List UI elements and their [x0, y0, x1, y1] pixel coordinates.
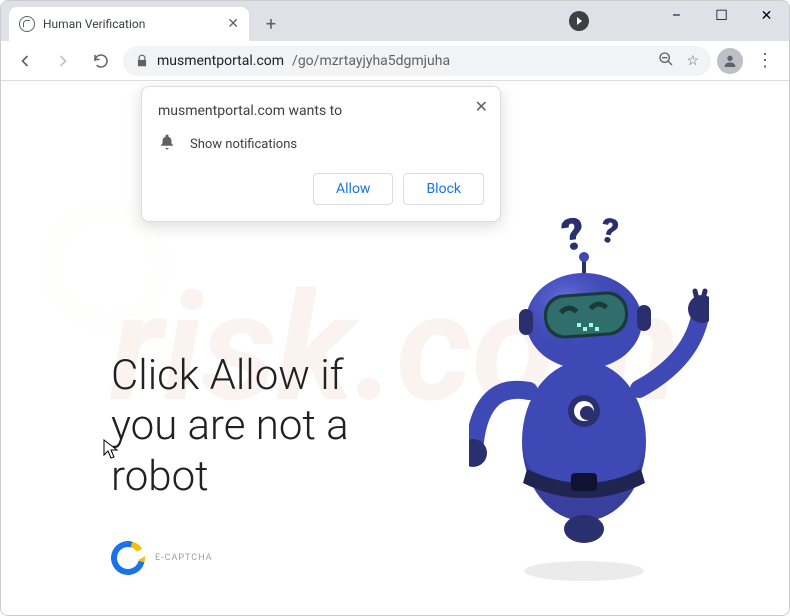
lock-icon — [135, 54, 149, 68]
browser-window: Human Verification ✕ + – ☐ ✕ musmentport… — [0, 0, 790, 616]
browser-tab[interactable]: Human Verification ✕ — [9, 7, 249, 41]
captcha-label: E-CAPTCHA — [155, 553, 213, 563]
address-bar[interactable]: musmentportal.com/go/mzrtayjyha5dgmjuha … — [123, 46, 711, 76]
zoom-icon[interactable] — [658, 51, 674, 71]
new-tab-button[interactable]: + — [257, 10, 285, 38]
url-domain: musmentportal.com — [157, 53, 284, 69]
forward-button[interactable] — [47, 45, 79, 77]
tab-title: Human Verification — [43, 17, 219, 31]
prompt-origin-text: musmentportal.com wants to — [158, 103, 484, 119]
allow-button[interactable]: Allow — [313, 173, 393, 205]
back-button[interactable] — [9, 45, 41, 77]
headline-line-1: Click Allow if — [111, 351, 349, 401]
maximize-button[interactable]: ☐ — [699, 1, 744, 31]
page-headline: Click Allow if you are not a robot — [111, 351, 349, 502]
bell-icon — [158, 133, 176, 155]
headline-line-3: robot — [111, 452, 349, 502]
prompt-permission-label: Show notifications — [190, 137, 297, 152]
url-path: /go/mzrtayjyha5dgmjuha — [292, 53, 450, 69]
captcha-badge: E-CAPTCHA — [111, 541, 213, 575]
media-playing-icon[interactable] — [569, 11, 589, 31]
block-button[interactable]: Block — [403, 173, 484, 205]
titlebar: Human Verification ✕ + – ☐ ✕ — [1, 1, 789, 41]
captcha-ring-icon — [105, 535, 151, 581]
page-content: risk.com ✕ musmentportal.com wants to Sh… — [1, 81, 789, 615]
toolbar: musmentportal.com/go/mzrtayjyha5dgmjuha … — [1, 41, 789, 81]
window-close-button[interactable]: ✕ — [744, 1, 789, 31]
cursor-icon — [103, 439, 119, 463]
menu-button[interactable]: ⋮ — [749, 45, 781, 77]
headline-line-2: you are not a — [111, 401, 349, 451]
window-controls: – ☐ ✕ — [654, 1, 789, 31]
robot-illustration: ? ? — [469, 211, 709, 591]
prompt-close-icon[interactable]: ✕ — [475, 97, 488, 116]
svg-text:?: ? — [597, 211, 621, 253]
notification-permission-prompt: ✕ musmentportal.com wants to Show notifi… — [141, 86, 501, 222]
reload-button[interactable] — [85, 45, 117, 77]
bookmark-star-icon[interactable]: ☆ — [686, 53, 699, 69]
globe-icon — [19, 16, 35, 32]
profile-avatar[interactable] — [717, 48, 743, 74]
minimize-button[interactable]: – — [654, 1, 699, 31]
tab-close-icon[interactable]: ✕ — [227, 16, 239, 32]
